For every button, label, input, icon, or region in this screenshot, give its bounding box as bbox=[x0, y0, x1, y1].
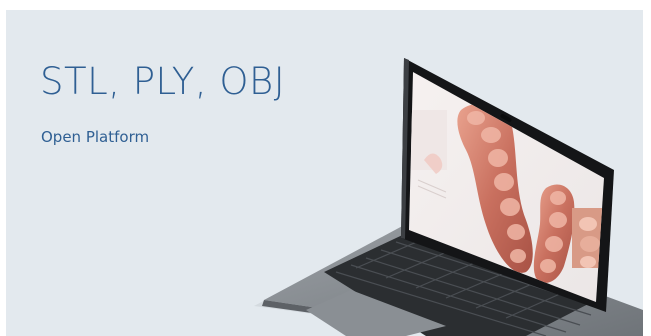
format-banner: STL, PLY, OBJ Open Platform bbox=[6, 10, 643, 336]
marker bbox=[518, 114, 524, 119]
laptop-illustration bbox=[254, 58, 643, 336]
